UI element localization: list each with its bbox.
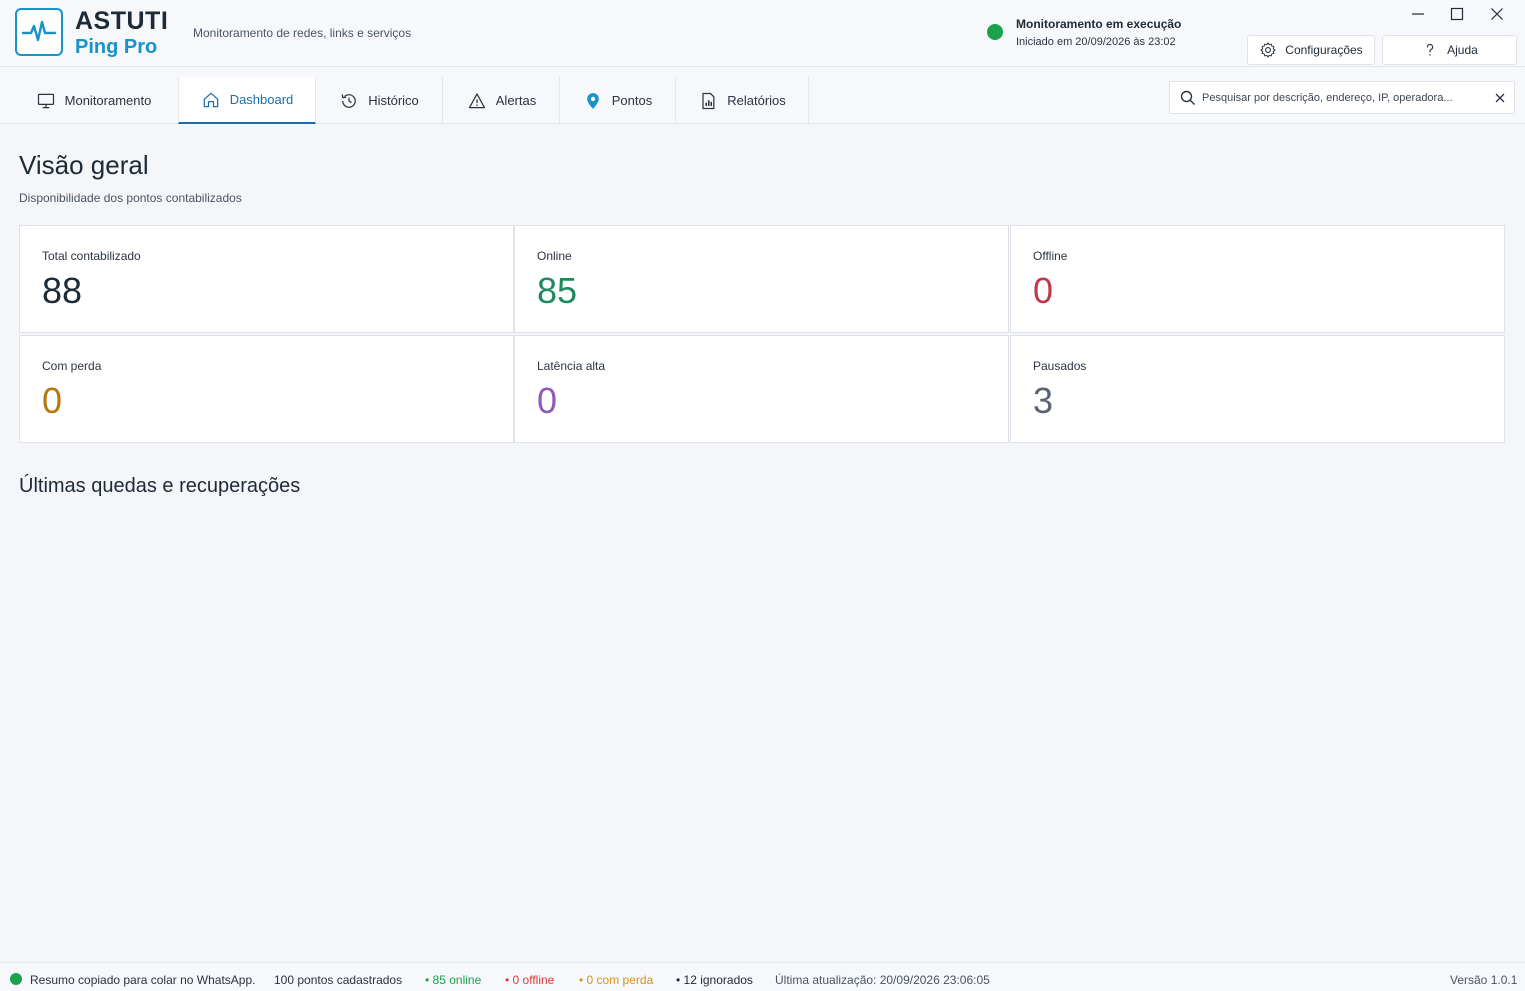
help-button[interactable]: Ajuda bbox=[1382, 35, 1517, 65]
status-dot-icon bbox=[987, 24, 1003, 40]
location-pin-icon bbox=[586, 92, 599, 109]
stat-card-offline: Offline 0 bbox=[1010, 225, 1505, 333]
maximize-button[interactable] bbox=[1442, 3, 1472, 25]
settings-button[interactable]: Configurações bbox=[1247, 35, 1375, 65]
monitor-icon bbox=[37, 93, 54, 108]
home-icon bbox=[203, 92, 218, 107]
stat-value: 0 bbox=[42, 380, 63, 421]
history-icon bbox=[341, 93, 357, 108]
last-update: Última atualização: 20/09/2026 23:06:05 bbox=[775, 973, 990, 987]
stat-label: Com perda bbox=[42, 359, 102, 373]
close-icon bbox=[1491, 8, 1503, 20]
stat-card-com-perda: Com perda 0 bbox=[19, 335, 514, 443]
stat-label: Online bbox=[537, 249, 572, 263]
status-message: Resumo copiado para colar no WhatsApp. bbox=[30, 973, 256, 987]
stat-card-total: Total contabilizado 88 bbox=[19, 225, 514, 333]
page-subtitle: Disponibilidade dos pontos contabilizado… bbox=[19, 191, 242, 205]
question-icon bbox=[1426, 43, 1434, 56]
monitor-status-started: Iniciado em 20/09/2026 às 23:02 bbox=[1016, 36, 1176, 48]
tab-relatorios[interactable]: Relatórios bbox=[676, 77, 809, 124]
tab-label: Relatórios bbox=[727, 93, 786, 108]
app-version: Versão 1.0.1 bbox=[1450, 973, 1518, 987]
offline-count: • 0 offline bbox=[505, 973, 555, 987]
tab-monitoramento[interactable]: Monitoramento bbox=[10, 77, 177, 124]
tab-label: Alertas bbox=[495, 93, 537, 108]
monitor-status-title: Monitoramento em execução bbox=[1016, 17, 1182, 31]
stat-label: Offline bbox=[1033, 249, 1068, 263]
tab-label: Dashboard bbox=[229, 92, 294, 107]
tab-alertas[interactable]: Alertas bbox=[444, 77, 560, 124]
title-bar: ASTUTI Ping Pro Monitoramento de redes, … bbox=[0, 0, 1525, 67]
stat-card-online: Online 85 bbox=[514, 225, 1009, 333]
pulse-icon bbox=[21, 20, 57, 42]
stat-label: Latência alta bbox=[537, 359, 606, 373]
minimize-icon bbox=[1412, 13, 1424, 15]
tab-label: Histórico bbox=[368, 93, 419, 108]
report-icon bbox=[702, 92, 715, 109]
tab-dashboard[interactable]: Dashboard bbox=[178, 77, 316, 124]
stat-value: 3 bbox=[1033, 380, 1054, 421]
stat-value: 85 bbox=[537, 270, 578, 311]
tab-bar: Monitoramento Dashboard Histórico Alerta… bbox=[0, 67, 1525, 124]
status-dot-icon bbox=[10, 973, 22, 985]
gear-icon bbox=[1260, 42, 1276, 58]
search-input[interactable] bbox=[1202, 88, 1482, 108]
loss-count: • 0 com perda bbox=[579, 973, 654, 987]
stat-label: Total contabilizado bbox=[42, 249, 141, 263]
search-box bbox=[1169, 81, 1515, 114]
stat-value: 88 bbox=[42, 270, 83, 311]
stat-label: Pausados bbox=[1033, 359, 1087, 373]
brand-name: ASTUTI bbox=[75, 7, 169, 35]
stat-value: 0 bbox=[1033, 270, 1054, 311]
tab-historico[interactable]: Histórico bbox=[316, 77, 443, 124]
app-logo-icon bbox=[15, 8, 63, 56]
warning-icon bbox=[468, 92, 485, 108]
ignored-count: • 12 ignorados bbox=[676, 973, 753, 987]
tab-pontos[interactable]: Pontos bbox=[560, 77, 676, 124]
recent-events-title: Últimas quedas e recuperações bbox=[19, 475, 301, 497]
minimize-button[interactable] bbox=[1403, 3, 1433, 25]
maximize-icon bbox=[1450, 7, 1464, 21]
stat-value: 0 bbox=[537, 380, 558, 421]
registered-count: 100 pontos cadastrados bbox=[274, 973, 403, 987]
status-bar: Resumo copiado para colar no WhatsApp. 1… bbox=[0, 962, 1525, 991]
tab-label: Pontos bbox=[611, 93, 653, 108]
settings-button-label: Configurações bbox=[1285, 43, 1363, 57]
app-subtitle: Monitoramento de redes, links e serviços bbox=[193, 26, 412, 40]
stat-card-latencia-alta: Latência alta 0 bbox=[514, 335, 1009, 443]
stat-card-pausados: Pausados 3 bbox=[1010, 335, 1505, 443]
tab-label: Monitoramento bbox=[64, 93, 152, 108]
online-count: • 85 online bbox=[425, 973, 482, 987]
clear-search-icon[interactable] bbox=[1494, 92, 1506, 104]
brand-product: Ping Pro bbox=[75, 36, 158, 58]
search-icon bbox=[1180, 90, 1195, 105]
close-window-button[interactable] bbox=[1482, 3, 1512, 25]
page-title: Visão geral bbox=[19, 150, 149, 180]
help-button-label: Ajuda bbox=[1447, 43, 1478, 57]
